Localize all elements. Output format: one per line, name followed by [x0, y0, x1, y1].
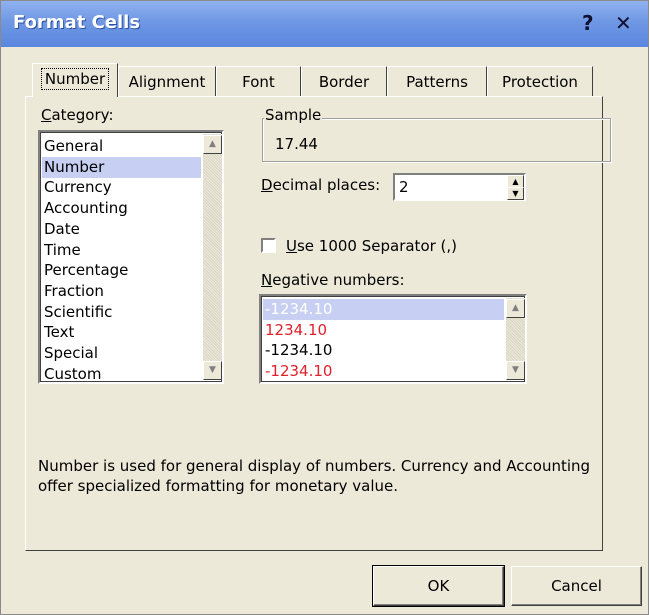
- ok-button[interactable]: OK: [372, 565, 505, 607]
- cancel-button[interactable]: Cancel: [511, 566, 642, 606]
- sample-legend: Sample: [264, 106, 323, 124]
- tab-number[interactable]: Number: [32, 63, 118, 97]
- title-bar[interactable]: Format Cells ? ✕: [1, 1, 648, 47]
- category-label-text: ategory:: [51, 106, 114, 124]
- category-item-special[interactable]: Special: [42, 343, 201, 364]
- tab-patterns-label: Patterns: [406, 73, 468, 91]
- spin-down-icon[interactable]: ▼: [507, 187, 524, 200]
- tab-number-label: Number: [40, 68, 110, 90]
- category-item-number[interactable]: Number: [42, 156, 201, 178]
- category-item-percentage[interactable]: Percentage: [42, 260, 201, 281]
- tab-protection-label: Protection: [502, 73, 578, 91]
- category-item-currency[interactable]: Currency: [42, 177, 201, 198]
- neg-scroll-up-icon[interactable]: ▲: [506, 299, 525, 318]
- scroll-down-icon[interactable]: ▼: [203, 361, 222, 380]
- negative-numbers-listbox[interactable]: -1234.10 1234.10 -1234.10 -1234.10 ▲ ▼: [259, 294, 527, 384]
- category-item-custom[interactable]: Custom: [42, 364, 201, 385]
- category-item-text[interactable]: Text: [42, 322, 201, 343]
- category-scrollbar[interactable]: ▲ ▼: [203, 134, 222, 380]
- negative-format-item[interactable]: 1234.10: [263, 320, 504, 341]
- description-line-2: offer specialized formatting for monetar…: [38, 477, 399, 495]
- dialog-title: Format Cells: [13, 12, 141, 33]
- category-item-scientific[interactable]: Scientific: [42, 302, 201, 323]
- category-item-fraction[interactable]: Fraction: [42, 281, 201, 302]
- tab-font[interactable]: Font: [216, 66, 301, 96]
- negative-numbers-label: Negative numbers:: [261, 271, 405, 289]
- tab-font-label: Font: [242, 73, 275, 91]
- help-icon[interactable]: ?: [582, 11, 594, 35]
- use-1000-separator-label: Use 1000 Separator (,): [286, 237, 458, 255]
- negative-scrollbar[interactable]: ▲ ▼: [506, 298, 525, 380]
- format-description: Number is used for general display of nu…: [38, 456, 590, 496]
- neg-scroll-down-icon[interactable]: ▼: [506, 361, 525, 380]
- category-item-date[interactable]: Date: [42, 219, 201, 240]
- tab-protection[interactable]: Protection: [487, 66, 593, 96]
- category-item-accounting[interactable]: Accounting: [42, 198, 201, 219]
- tab-patterns[interactable]: Patterns: [387, 66, 487, 96]
- category-item-time[interactable]: Time: [42, 240, 201, 261]
- category-item-general[interactable]: General: [42, 136, 201, 157]
- tab-alignment-label: Alignment: [128, 73, 206, 91]
- description-line-1: Number is used for general display of nu…: [38, 457, 591, 475]
- tab-alignment[interactable]: Alignment: [118, 66, 216, 96]
- negative-format-item[interactable]: -1234.10: [263, 340, 504, 361]
- sample-value: 17.44: [275, 135, 318, 153]
- category-listbox[interactable]: General Number Currency Accounting Date Time P…: [38, 130, 224, 384]
- tab-border[interactable]: Border: [301, 66, 387, 96]
- format-cells-dialog: Format Cells ? ✕ Number Alignment Font B…: [0, 0, 649, 615]
- negative-format-item[interactable]: -1234.10: [263, 299, 504, 320]
- tab-border-label: Border: [318, 73, 370, 91]
- category-label: Category:: [41, 106, 114, 124]
- close-icon[interactable]: ✕: [615, 11, 632, 35]
- decimal-places-label: Decimal places:: [261, 176, 381, 194]
- scroll-up-icon[interactable]: ▲: [203, 135, 222, 154]
- use-1000-separator-checkbox[interactable]: [261, 238, 276, 253]
- negative-format-item[interactable]: -1234.10: [263, 361, 504, 382]
